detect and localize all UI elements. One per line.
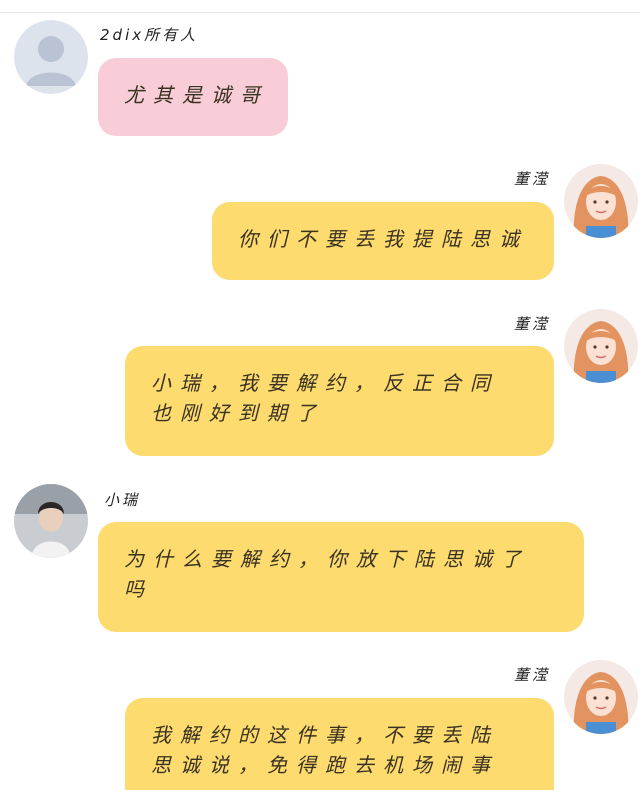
message-text: 小瑞，我要解约，反正合同 — [151, 371, 499, 395]
chat-screen: 2dix所有人 尤其是诚哥 董滢 你们不要丢我提陆思诚 董滢 小瑞，我要解约，反… — [0, 0, 640, 790]
sender-name: 小瑞 — [104, 491, 141, 509]
sender-name: 董滢 — [513, 170, 550, 188]
girl-avatar-photo[interactable] — [564, 660, 638, 734]
message-text: 尤其是诚哥 — [124, 83, 269, 107]
message-bubble[interactable]: 你们不要丢我提陆思诚 — [212, 202, 554, 280]
message-text: 也刚好到期了 — [151, 401, 325, 425]
message-bubble[interactable]: 小瑞，我要解约，反正合同 也刚好到期了 — [125, 346, 554, 456]
message-bubble[interactable]: 我解约的这件事，不要丢陆 思诚说，免得跑去机场闹事 — [125, 698, 554, 790]
sender-name: 董滢 — [513, 315, 550, 333]
girl-avatar-photo[interactable] — [564, 309, 638, 383]
sender-name: 董滢 — [513, 666, 550, 684]
default-user-avatar-icon[interactable] — [14, 20, 88, 94]
message-bubble[interactable]: 尤其是诚哥 — [98, 58, 288, 136]
sender-name: 2dix所有人 — [100, 26, 199, 44]
message-bubble[interactable]: 为什么要解约，你放下陆思诚了 吗 — [98, 522, 584, 632]
top-divider — [0, 12, 640, 13]
message-text: 我解约的这件事，不要丢陆 — [151, 723, 499, 747]
boy-avatar-photo[interactable] — [14, 484, 88, 558]
message-text: 思诚说，免得跑去机场闹事 — [151, 753, 499, 777]
girl-avatar-photo[interactable] — [564, 164, 638, 238]
message-text: 你们不要丢我提陆思诚 — [238, 227, 528, 251]
message-text: 为什么要解约，你放下陆思诚了 — [124, 547, 530, 571]
message-text: 吗 — [124, 577, 153, 601]
